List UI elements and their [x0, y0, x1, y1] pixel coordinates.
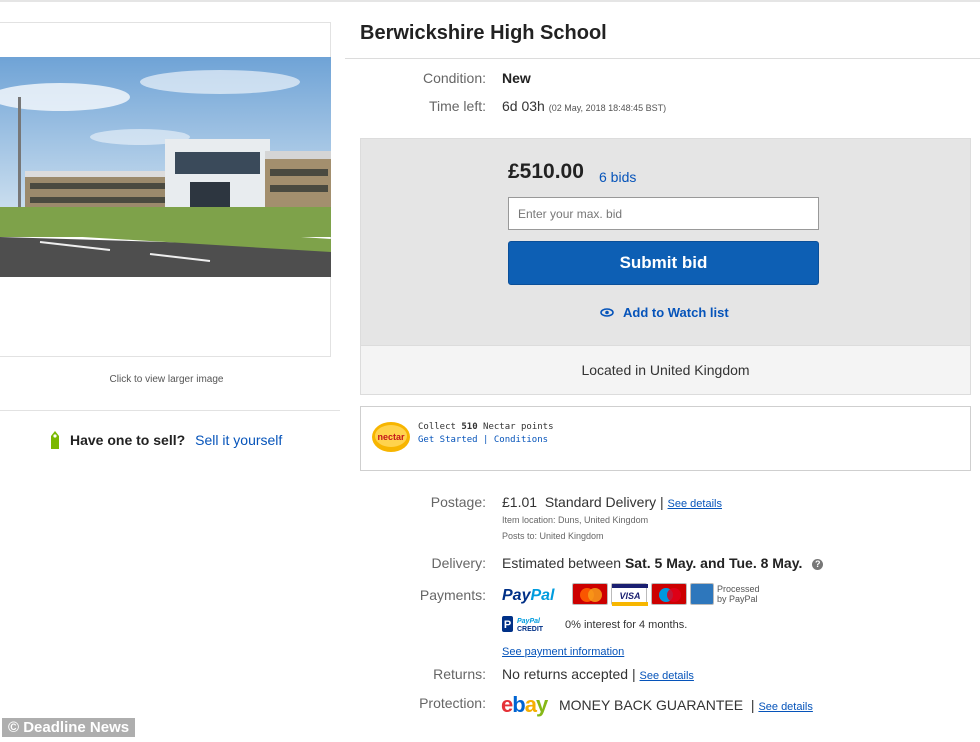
- nectar-collect-text: Collect 510 Nectar points: [418, 422, 554, 432]
- info-icon[interactable]: ?: [812, 559, 824, 570]
- paypal-logo: PayPal: [502, 587, 554, 605]
- delivery-dates: Sat. 5 May. and Tue. 8 May.: [624, 555, 803, 571]
- nectar-collect-suffix: Nectar points: [483, 422, 554, 432]
- returns-label: Returns:: [433, 666, 486, 682]
- payments-label: Payments:: [419, 587, 486, 603]
- paypal-logo-pal: Pal: [530, 587, 555, 604]
- maestro-icon: [651, 583, 687, 605]
- paypal-logo-pay: Pay: [502, 587, 531, 604]
- returns-see-details-link[interactable]: See details: [640, 670, 694, 682]
- postage-label: Postage:: [430, 494, 486, 510]
- top-rule: [0, 0, 980, 2]
- bid-count-link[interactable]: 6 bids: [599, 169, 636, 185]
- returns-value: No returns accepted | See details: [502, 666, 694, 682]
- condition-value: New: [502, 70, 531, 86]
- nectar-collect-prefix: Collect: [418, 422, 456, 432]
- guarantee-text: MONEY BACK GUARANTEE: [559, 697, 744, 713]
- time-left-label: Time left:: [428, 98, 486, 114]
- postage-method: Standard Delivery: [544, 494, 657, 510]
- condition-label: Condition:: [422, 70, 486, 86]
- svg-text:CREDIT: CREDIT: [517, 626, 544, 633]
- protection-label: Protection:: [419, 695, 486, 711]
- delivery-prefix: Estimated between: [502, 555, 622, 571]
- svg-text:PayPal: PayPal: [517, 618, 541, 625]
- add-to-watch-list-link[interactable]: Add to Watch list: [600, 305, 729, 320]
- watermark: © Deadline News: [2, 718, 136, 737]
- amex-icon: [690, 583, 714, 605]
- processed-line-2: by PayPal: [717, 594, 758, 604]
- listing-photo[interactable]: [0, 57, 331, 277]
- ebay-logo: ebay: [501, 692, 548, 718]
- processed-by-paypal: Processed by PayPal: [717, 584, 760, 604]
- sell-it-yourself-link[interactable]: Sell it yourself: [195, 432, 282, 448]
- sell-row: Have one to sell? Sell it yourself: [48, 430, 282, 450]
- processed-line-1: Processed: [717, 584, 760, 594]
- left-divider: [0, 410, 340, 411]
- nectar-separator: |: [483, 435, 489, 445]
- see-payment-information-link[interactable]: See payment information: [502, 646, 624, 658]
- postage-item-location: Item location: Duns, United Kingdom: [502, 515, 649, 525]
- nectar-logo-text: nectar: [377, 432, 405, 442]
- nectar-logo-icon: nectar: [372, 422, 410, 452]
- current-price: £510.00: [508, 160, 584, 183]
- payment-info-row: See payment information: [502, 642, 624, 658]
- ebay-logo-y: y: [535, 692, 548, 717]
- postage-value: £1.01 Standard Delivery | See details: [502, 494, 722, 510]
- watch-list-label: Add to Watch list: [623, 305, 729, 320]
- nectar-links: Get Started | Conditions: [418, 435, 548, 445]
- eye-icon: [600, 308, 614, 317]
- ebay-logo-b: b: [512, 692, 525, 717]
- visa-icon: VISA: [611, 583, 648, 606]
- sell-question: Have one to sell?: [70, 432, 186, 448]
- postage-posts-to: Posts to: United Kingdom: [502, 531, 604, 541]
- svg-text:P: P: [504, 619, 511, 631]
- view-larger-image-link[interactable]: Click to view larger image: [0, 374, 333, 385]
- item-location-banner: Located in United Kingdom: [361, 345, 970, 394]
- postage-separator: |: [660, 494, 664, 510]
- money-back-guarantee: MONEY BACK GUARANTEE | See details: [559, 697, 813, 713]
- title-divider: [345, 58, 980, 59]
- max-bid-input[interactable]: [508, 197, 819, 230]
- nectar-get-started-link[interactable]: Get Started: [418, 435, 478, 445]
- time-left-value: 6d 03h (02 May, 2018 18:48:45 BST): [502, 98, 666, 114]
- delivery-value: Estimated between Sat. 5 May. and Tue. 8…: [502, 555, 824, 571]
- nectar-conditions-link[interactable]: Conditions: [494, 435, 548, 445]
- submit-bid-button[interactable]: Submit bid: [508, 241, 819, 285]
- protection-separator: |: [750, 697, 755, 713]
- ebay-logo-e: e: [501, 692, 513, 717]
- auction-end-time: (02 May, 2018 18:48:45 BST): [548, 103, 667, 113]
- returns-policy: No returns accepted: [502, 666, 629, 682]
- visa-card-text: VISA: [619, 591, 640, 601]
- mastercard-icon: [572, 583, 608, 605]
- paypal-credit-icon: P PayPal CREDIT: [502, 616, 544, 633]
- returns-separator: |: [631, 666, 636, 682]
- protection-see-details-link[interactable]: See details: [758, 701, 812, 713]
- postage-see-details-link[interactable]: See details: [668, 498, 722, 510]
- paypal-credit-offer: 0% interest for 4 months.: [565, 619, 688, 631]
- price-tag-icon: [51, 431, 59, 449]
- time-left-duration: 6d 03h: [502, 98, 545, 114]
- item-title: Berwickshire High School: [360, 22, 607, 44]
- nectar-points: 510: [461, 422, 478, 432]
- postage-price: £1.01: [502, 494, 538, 510]
- delivery-label: Delivery:: [431, 555, 486, 571]
- ebay-logo-a: a: [524, 692, 537, 717]
